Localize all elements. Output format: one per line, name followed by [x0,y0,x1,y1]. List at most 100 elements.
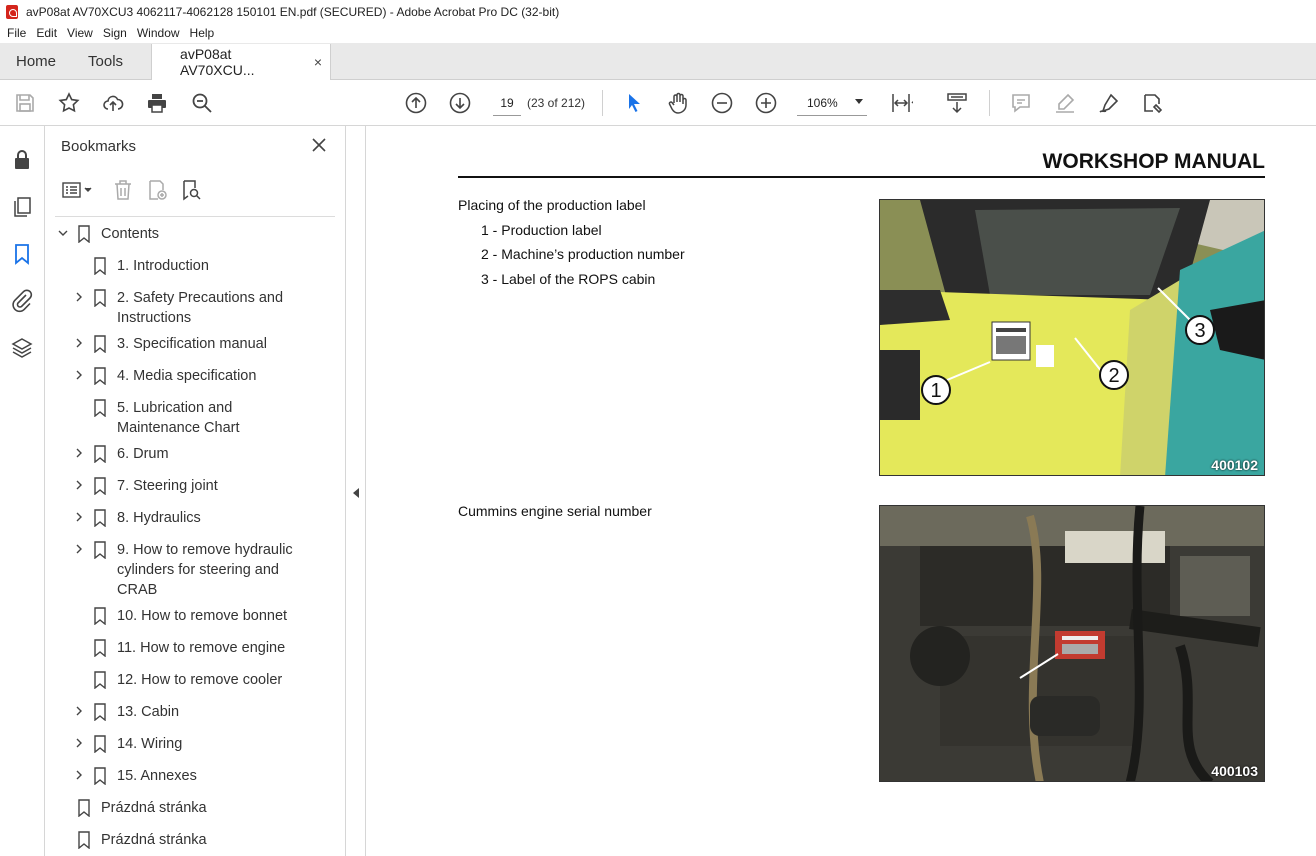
chevron-down-icon[interactable] [58,228,68,238]
tab-document[interactable]: avP08at AV70XCU... × [151,44,332,80]
save-icon[interactable] [13,91,37,115]
title-bar: avP08at AV70XCU3 4062117-4062128 150101 … [0,0,1316,23]
select-cursor-icon[interactable] [622,91,646,115]
bookmark-icon [94,399,106,417]
bookmark-icon [94,767,106,785]
chevron-down-icon [855,99,863,104]
zoom-in-icon[interactable] [754,91,778,115]
lock-icon[interactable] [10,148,34,172]
document-viewer[interactable]: WORKSHOP MANUAL Placing of the productio… [367,126,1316,856]
bookmark-label: 4. Media specification [117,368,257,384]
page-number-input[interactable]: 19 [493,90,521,116]
page-count: (23 of 212) [527,96,586,110]
acrobat-app-icon [6,4,18,19]
scroll-mode-icon[interactable] [945,91,969,115]
toolbar-divider [602,90,603,116]
chevron-right-icon[interactable] [74,480,84,490]
upload-cloud-icon[interactable] [101,91,125,115]
menu-bar: File Edit View Sign Window Help [0,23,1316,43]
zoom-out-icon[interactable] [710,91,734,115]
menu-edit[interactable]: Edit [31,26,62,40]
bookmark-icon [94,367,106,385]
bookmarks-toolbar [57,176,337,204]
chevron-right-icon[interactable] [74,738,84,748]
bookmarks-title: Bookmarks [61,138,137,155]
sign-pen-icon[interactable] [1097,91,1121,115]
bookmark-icon [94,703,106,721]
bookmark-label: 12. How to remove cooler [117,672,283,688]
star-icon[interactable] [57,91,81,115]
zoom-level-dropdown[interactable]: 106% [797,90,867,116]
print-icon[interactable] [145,91,169,115]
bookmark-icon [94,541,106,559]
chevron-right-icon[interactable] [74,770,84,780]
tab-bar: Home Tools avP08at AV70XCU... × [0,43,1316,80]
bookmark-label: 13. Cabin [117,704,180,720]
bookmark-icon [94,671,106,689]
chevron-right-icon[interactable] [74,370,84,380]
menu-view[interactable]: View [62,26,98,40]
bookmark-label: Prázdná stránka [101,832,207,848]
legend-line-1: 1 - Production label [481,222,602,238]
bookmark-search-icon[interactable] [179,178,203,202]
window-title: avP08at AV70XCU3 4062117-4062128 150101 … [26,4,560,19]
photo-number: 400102 [1211,457,1258,473]
panel-collapse-strip[interactable] [346,126,366,856]
chevron-right-icon[interactable] [74,448,84,458]
bookmark-options-icon[interactable] [61,178,95,202]
bookmark-icon [94,335,106,353]
callout-3: 3 [1194,320,1205,342]
chevron-right-icon[interactable] [74,512,84,522]
tab-close-icon[interactable]: × [314,54,322,70]
comment-icon[interactable] [1009,91,1033,115]
callout-2: 2 [1108,365,1119,387]
highlight-pen-icon[interactable] [1053,91,1077,115]
bookmark-label: Prázdná stránka [101,800,207,816]
menu-sign[interactable]: Sign [98,26,132,40]
collapse-arrow-icon[interactable] [353,488,359,498]
new-bookmark-icon[interactable] [145,178,169,202]
layers-icon[interactable] [10,336,34,360]
menu-file[interactable]: File [2,26,31,40]
pages-thumbnail-icon[interactable] [10,195,34,219]
bookmark-icon [94,445,106,463]
bookmark-label: 2. Safety Precautions and Instructions [117,290,284,326]
bookmark-icon [78,225,90,243]
menu-help[interactable]: Help [185,26,220,40]
attachment-paperclip-icon[interactable] [10,289,34,313]
chevron-right-icon[interactable] [74,292,84,302]
delete-trash-icon[interactable] [111,178,135,202]
chevron-right-icon[interactable] [74,338,84,348]
bookmark-label: 1. Introduction [117,258,209,274]
engine-serial-photo: 400103 [879,505,1265,782]
bookmark-icon [94,477,106,495]
main-toolbar: 19 (23 of 212) 106% [0,80,1316,126]
left-navigation-rail [0,126,45,856]
page-header-title: WORKSHOP MANUAL [1042,150,1265,173]
bookmark-label: 3. Specification manual [117,336,267,352]
chevron-right-icon[interactable] [74,706,84,716]
bookmarks-panel: Bookmarks Contents 1. Introduction 2. Sa… [45,126,385,856]
tab-document-label: avP08at AV70XCU... [180,46,255,78]
bookmark-label: 7. Steering joint [117,478,218,494]
close-icon[interactable] [310,136,328,154]
zoom-search-icon[interactable] [190,91,214,115]
bookmark-icon [94,639,106,657]
redact-tool-icon[interactable] [1141,91,1165,115]
photo-number: 400103 [1211,763,1258,779]
previous-page-icon[interactable] [404,91,428,115]
bookmark-label: 5. Lubrication and Maintenance Chart [117,400,240,436]
bookmark-icon [94,509,106,527]
menu-window[interactable]: Window [132,26,185,40]
tab-home[interactable]: Home [0,43,72,79]
bookmark-label: 14. Wiring [117,736,183,752]
callout-1: 1 [930,380,941,402]
bookmark-label: 10. How to remove bonnet [117,608,288,624]
next-page-icon[interactable] [448,91,472,115]
chevron-right-icon[interactable] [74,544,84,554]
page-fit-icon[interactable] [889,91,913,115]
bookmark-panel-icon[interactable] [10,242,34,266]
hand-tool-icon[interactable] [666,91,690,115]
bookmark-label: Contents [101,226,160,242]
tab-tools[interactable]: Tools [72,43,139,79]
